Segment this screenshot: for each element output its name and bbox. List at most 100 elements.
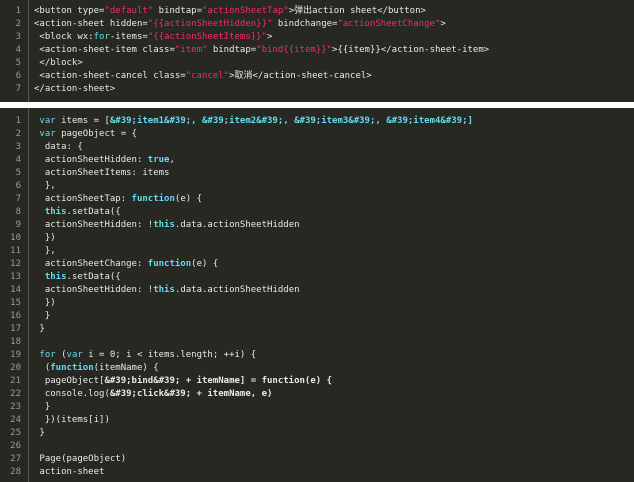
code-line: 3 <block wx:for-items="{{actionSheetItem… bbox=[0, 31, 634, 44]
code-token: function bbox=[50, 363, 94, 373]
code-token: > bbox=[267, 32, 273, 42]
code-line: 17 } bbox=[0, 323, 634, 336]
code-line: 22 console.log(&#39;click&#39; + itemNam… bbox=[0, 388, 634, 401]
code-line: 7 actionSheetTap: function(e) { bbox=[0, 193, 634, 206]
line-number: 21 bbox=[10, 376, 21, 386]
code-token: "cancel" bbox=[185, 71, 230, 81]
code-token: &#39;item1&#39;, &#39;item2&#39;, &#39;i… bbox=[109, 116, 473, 126]
code-line: 1 <button type="default" bindtap="actionS… bbox=[0, 5, 634, 18]
line-number: 4 bbox=[15, 155, 21, 165]
code-token: <button type= bbox=[34, 6, 105, 16]
line-number: 16 bbox=[10, 311, 21, 321]
code-line: 5 </block> bbox=[0, 57, 634, 70]
line-number: 2 bbox=[15, 129, 21, 139]
code-line: 12 actionSheetChange: function(e) { bbox=[0, 258, 634, 271]
code-line: 7 </action-sheet> bbox=[0, 83, 634, 96]
code-token: -items= bbox=[109, 32, 148, 42]
code-token: "actionSheetChange" bbox=[337, 19, 441, 29]
code-token: } bbox=[34, 428, 45, 438]
line-number: 11 bbox=[10, 246, 21, 256]
code-token: actionSheetHidden: ! bbox=[34, 220, 154, 230]
code-token: actionSheetTap: bbox=[34, 194, 132, 204]
line-number: 8 bbox=[15, 207, 21, 217]
code-token: (itemName) { bbox=[93, 363, 159, 373]
code-token: data: { bbox=[34, 142, 83, 152]
code-lines: 1 <button type="default" bindtap="actionS… bbox=[0, 5, 634, 96]
line-number: 18 bbox=[10, 337, 21, 347]
code-token: }) bbox=[34, 233, 56, 243]
code-line: 23 } bbox=[0, 401, 634, 414]
code-token: actionSheetHidden: bbox=[34, 155, 148, 165]
line-number: 7 bbox=[15, 194, 21, 204]
code-line: 25 } bbox=[0, 427, 634, 440]
code-token: bindtap= bbox=[153, 6, 203, 16]
code-token: bindchange= bbox=[272, 19, 338, 29]
code-token: .setData({ bbox=[66, 207, 121, 217]
line-number: 10 bbox=[10, 233, 21, 243]
code-line: 20 (function(itemName) { bbox=[0, 362, 634, 375]
line-number: 20 bbox=[10, 363, 21, 373]
code-token: (e) { bbox=[174, 194, 202, 204]
code-token: items = [ bbox=[55, 116, 110, 126]
code-token: .setData({ bbox=[66, 272, 121, 282]
line-number: 13 bbox=[10, 272, 21, 282]
code-token: } bbox=[34, 311, 51, 321]
code-token: function bbox=[131, 194, 175, 204]
line-number: 15 bbox=[10, 298, 21, 308]
line-number: 26 bbox=[10, 441, 21, 451]
code-token: &#39;click&#39; + itemName, e) bbox=[109, 389, 273, 399]
code-line: 9 actionSheetHidden: !this.data.actionSh… bbox=[0, 219, 634, 232]
code-token: action-sheet bbox=[34, 467, 105, 477]
line-number: 6 bbox=[15, 181, 21, 191]
code-token: >{{item}}</action-sheet-item> bbox=[332, 45, 490, 55]
line-number: 3 bbox=[15, 142, 21, 152]
code-block-wxml: 1 <button type="default" bindtap="actionS… bbox=[0, 0, 634, 102]
code-token: pageObject[ bbox=[34, 376, 105, 386]
line-number: 27 bbox=[10, 454, 21, 464]
code-token: "bind{{item}}" bbox=[256, 45, 333, 55]
code-token: }, bbox=[34, 246, 56, 256]
line-number: 19 bbox=[10, 350, 21, 360]
code-token: actionSheetItems: items bbox=[34, 168, 170, 178]
code-line: 28 action-sheet bbox=[0, 466, 634, 479]
code-token: , bbox=[169, 155, 175, 165]
line-number: 6 bbox=[15, 71, 21, 81]
code-line: 11 }, bbox=[0, 245, 634, 258]
code-token: bindtap= bbox=[207, 45, 257, 55]
code-token: var bbox=[39, 116, 56, 126]
line-number: 7 bbox=[15, 84, 21, 94]
code-token: var bbox=[66, 350, 83, 360]
line-number: 22 bbox=[10, 389, 21, 399]
code-line: 3 data: { bbox=[0, 141, 634, 154]
code-token: }) bbox=[34, 298, 56, 308]
line-number: 24 bbox=[10, 415, 21, 425]
line-number: 12 bbox=[10, 259, 21, 269]
line-number: 17 bbox=[10, 324, 21, 334]
code-line: 6 }, bbox=[0, 180, 634, 193]
line-number: 4 bbox=[15, 45, 21, 55]
code-lines: 1 var items = [&#39;item1&#39;, &#39;ite… bbox=[0, 115, 634, 479]
code-token: actionSheetChange: bbox=[34, 259, 148, 269]
code-token: <action-sheet-cancel class= bbox=[34, 71, 186, 81]
code-token: } bbox=[34, 324, 45, 334]
code-block-js: 1 var items = [&#39;item1&#39;, &#39;ite… bbox=[0, 108, 634, 482]
code-line: 4 actionSheetHidden: true, bbox=[0, 154, 634, 167]
code-token: }, bbox=[34, 181, 56, 191]
code-token: </action-sheet> bbox=[34, 84, 116, 94]
code-token: Page(pageObject) bbox=[34, 454, 127, 464]
code-token: "actionSheetTap" bbox=[202, 6, 289, 16]
code-token: this bbox=[153, 285, 175, 295]
code-line: 1 var items = [&#39;item1&#39;, &#39;ite… bbox=[0, 115, 634, 128]
code-token: >取消</action-sheet-cancel> bbox=[229, 71, 372, 81]
code-token: })(items[i]) bbox=[34, 415, 110, 425]
code-token: <block wx: bbox=[34, 32, 94, 42]
code-token: console.log( bbox=[34, 389, 110, 399]
code-token: this bbox=[153, 220, 175, 230]
code-token: ( bbox=[55, 350, 67, 360]
line-number: 14 bbox=[10, 285, 21, 295]
code-token: true bbox=[147, 155, 170, 165]
code-line: 10 }) bbox=[0, 232, 634, 245]
code-line: 14 actionSheetHidden: !this.data.actionS… bbox=[0, 284, 634, 297]
code-token: this bbox=[44, 207, 67, 217]
